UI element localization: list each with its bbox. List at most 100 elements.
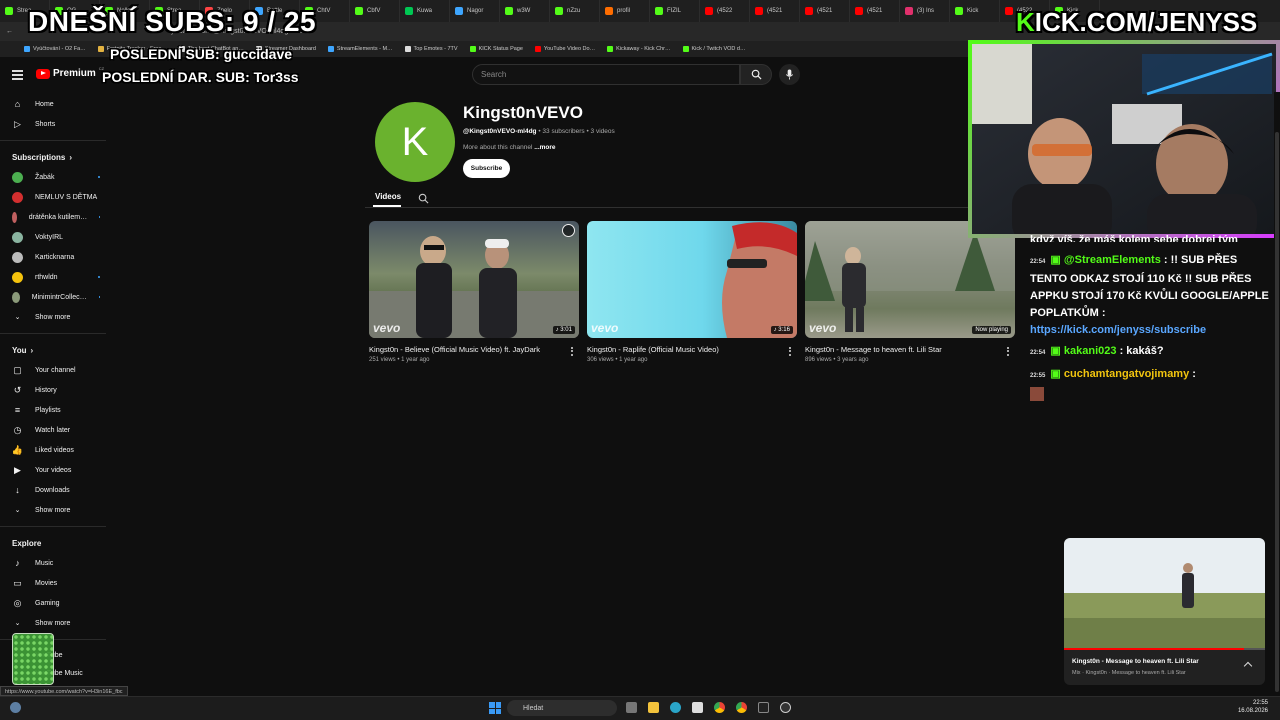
video-card[interactable]: vevo ♪ 3:01 Kingst0n - Believe (Official… [369,221,579,363]
sidebar-item[interactable]: ▶ Your videos [0,460,118,480]
channel-avatar [12,211,17,223]
bookmark-item[interactable]: KICK Status Page [469,46,523,52]
taskbar-clock[interactable]: 22:55 16.08.2026 [1238,699,1268,715]
sidebar-item[interactable]: ⌂ Home [0,94,118,114]
vevo-watermark: vevo [809,321,837,335]
miniplayer[interactable]: Kingst0n - Message to heaven ft. Lili St… [1064,538,1265,685]
edge-icon[interactable] [670,702,681,713]
video-duration: ♪ 3:16 [770,326,793,334]
video-menu-icon[interactable] [1003,345,1013,357]
browser-tab[interactable]: (4521 [750,0,800,22]
search-button[interactable] [740,64,772,85]
store-icon[interactable] [692,702,703,713]
browser-tab[interactable]: (4521 [800,0,850,22]
sidebar-item-label: Gaming [35,599,60,607]
show-more-button[interactable]: ⌄ Show more [0,307,118,327]
browser-tab[interactable]: (4521 [850,0,900,22]
show-more-button[interactable]: ⌄ Show more [0,613,118,633]
sidebar-item[interactable]: ◷ Watch later [0,420,118,440]
bookmark-item[interactable]: Vyúčtování - O2 Fa… [24,46,86,52]
subscription-item[interactable]: NEMLUV S DĚTMA [0,187,118,207]
youtube-logo[interactable]: Premium CZ [36,66,104,79]
now-playing-badge: Now playing [972,326,1011,334]
page-scrollbar[interactable] [1274,92,1280,692]
tab-videos[interactable]: Videos [375,192,401,201]
bookmark-item[interactable]: Kick / Twitch VOD d… [682,46,746,52]
bookmark-item[interactable]: StreamElements - M… [327,46,393,52]
file-explorer-icon[interactable] [648,702,659,713]
browser-tab[interactable]: Kick [950,0,1000,22]
video-thumbnail[interactable]: vevo Now playing [805,221,1015,338]
tab-label: Nagor [467,8,484,14]
chat-link[interactable]: https://kick.com/jenyss/subscribe [1030,322,1270,339]
video-menu-icon[interactable] [785,345,795,357]
subscribe-button[interactable]: Subscribe [463,159,510,178]
expand-icon[interactable] [1243,661,1253,671]
sidebar-item[interactable]: ◎ Gaming [0,593,118,613]
chevron-down-icon: ⌄ [14,620,21,627]
taskbar-search[interactable]: Hledat [507,700,617,716]
channel-about[interactable]: More about this channel ...more [463,144,556,151]
subscriptions-header[interactable]: Subscriptions › [0,147,118,167]
bookmark-item[interactable]: Kickaway - Kick Chr… [607,46,671,52]
browser-tab[interactable]: w3W [500,0,550,22]
widgets-icon[interactable] [10,702,21,713]
bookmark-label: Vyúčtování - O2 Fa… [33,46,86,52]
show-more-button[interactable]: ⌄ Show more [0,500,118,520]
sidebar-item[interactable]: ▢ Your channel [0,360,118,380]
subscription-item[interactable]: Žabák [0,167,118,187]
bookmark-item[interactable]: YouTube Video Do… [534,46,595,52]
channel-about-more[interactable]: ...more [534,144,555,151]
video-title[interactable]: Kingst0n - Believe (Official Music Video… [369,345,579,354]
subscription-item[interactable]: Karticknarna [0,247,118,267]
browser-tab[interactable]: Nagor [450,0,500,22]
subscription-item[interactable]: rthwldn [0,267,118,287]
video-thumbnail[interactable]: vevo ♪ 3:16 [587,221,797,338]
video-menu-icon[interactable] [567,345,577,357]
gaming-icon: ◎ [13,597,22,608]
sidebar-item[interactable]: ▷ Shorts [0,114,118,134]
watch-later-icon[interactable] [562,224,575,237]
tab-label: w3W [517,8,531,14]
subscription-item[interactable]: MinimintrCollec… [0,287,118,307]
browser-tab[interactable]: FIZIL [650,0,700,22]
browser-tab[interactable]: (3) Ins [900,0,950,22]
logo-text: Premium [53,68,96,79]
bookmark-item[interactable]: Top Emotes - 7TV [404,46,458,52]
sidebar-item[interactable]: ↓ Downloads [0,480,118,500]
miniplayer-title[interactable]: Kingst0n - Message to heaven ft. Lili St… [1072,658,1199,665]
back-icon[interactable]: ← [6,28,13,35]
voice-search-button[interactable] [779,64,800,85]
subscription-item[interactable]: VoktyIRL [0,227,118,247]
video-card[interactable]: vevo ♪ 3:16 Kingst0n - Raplife (Official… [587,221,797,363]
chrome-active-icon[interactable] [736,702,747,713]
menu-icon[interactable] [12,70,23,82]
browser-tab[interactable]: profil [600,0,650,22]
you-header[interactable]: You › [0,340,118,360]
sidebar-item[interactable]: ♪ Music [0,553,118,573]
video-title[interactable]: Kingst0n - Message to heaven ft. Lili St… [805,345,1015,354]
browser-tab[interactable]: CbfV [350,0,400,22]
obs-icon[interactable] [780,702,791,713]
video-title[interactable]: Kingst0n - Raplife (Official Music Video… [587,345,797,354]
terminal-icon[interactable] [758,702,769,713]
subscription-item[interactable]: drátěnka kutilem… [0,207,118,227]
kick-badge-icon: ▣ [1050,254,1061,266]
miniplayer-progress[interactable] [1064,648,1265,650]
channel-stats: • 33 subscribers • 3 videos [536,128,615,135]
sidebar-item[interactable]: 👍 Liked videos [0,440,118,460]
sidebar-item[interactable]: ▭ Movies [0,573,118,593]
video-thumbnail[interactable]: vevo ♪ 3:01 [369,221,579,338]
search-input[interactable]: Search [472,64,740,85]
clock-time: 22:55 [1252,700,1268,706]
tab-favicon-icon [955,7,963,15]
browser-tab[interactable]: Kuwa [400,0,450,22]
sidebar-item[interactable]: ≡ Playlists [0,400,118,420]
task-view-icon[interactable] [626,702,637,713]
browser-tab[interactable]: (4522 [700,0,750,22]
sidebar-item[interactable]: ↺ History [0,380,118,400]
chrome-icon[interactable] [714,702,725,713]
video-card[interactable]: vevo Now playing Kingst0n - Message to h… [805,221,1015,363]
browser-tab[interactable]: nZzu [550,0,600,22]
start-icon[interactable] [489,702,501,714]
